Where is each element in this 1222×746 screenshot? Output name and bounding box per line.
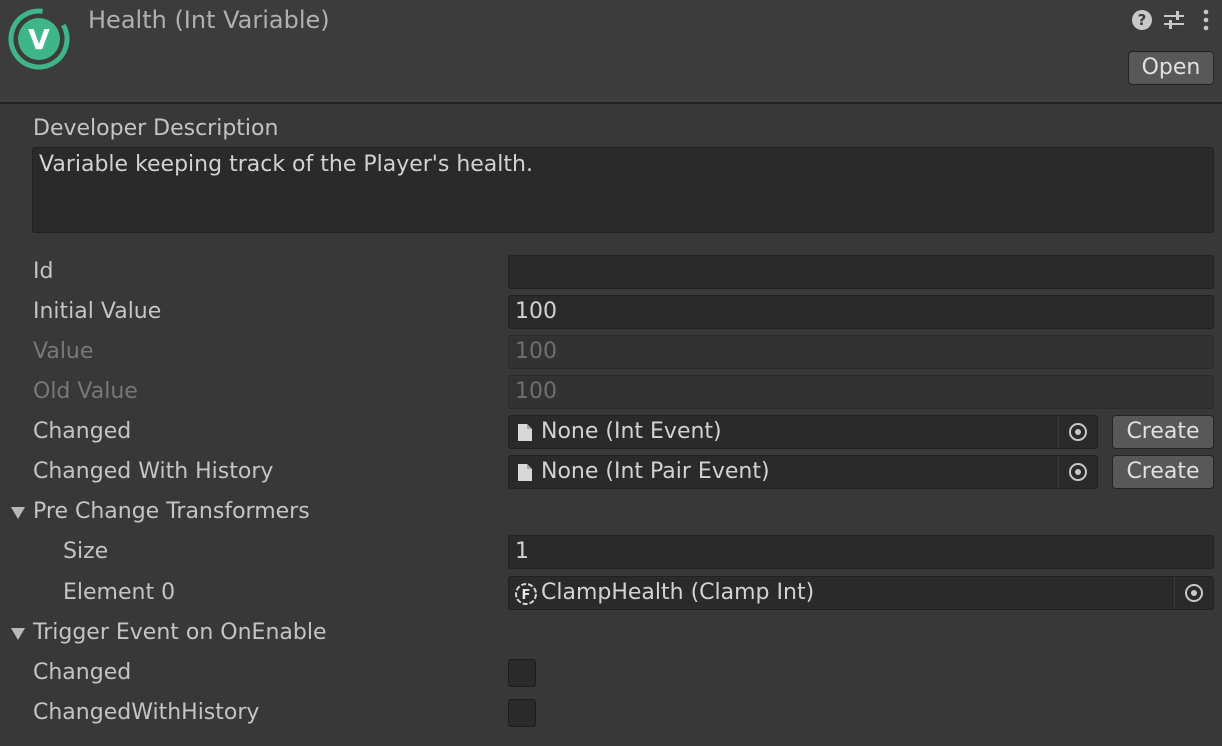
old-value-label: Old Value [33, 379, 138, 404]
id-input[interactable] [508, 255, 1214, 289]
changed-create-button[interactable]: Create [1112, 415, 1214, 449]
page-title: Health (Int Variable) [88, 6, 330, 34]
element-0-object-value: ClampHealth (Clamp Int) [541, 580, 815, 605]
object-picker-icon[interactable] [1058, 456, 1097, 488]
preset-sliders-icon[interactable] [1162, 8, 1186, 32]
trigger-event-foldout[interactable]: Trigger Event on OnEnable [33, 620, 326, 645]
file-icon [518, 464, 532, 481]
more-vertical-icon[interactable] [1198, 8, 1214, 32]
value-label: Value [33, 339, 94, 364]
object-picker-icon[interactable] [1174, 577, 1213, 609]
value-input: 100 [508, 335, 1214, 369]
old-value-input: 100 [508, 375, 1214, 409]
inspector-header: V Health (Int Variable) ? Open [0, 0, 1222, 104]
element-0-label: Element 0 [63, 580, 176, 605]
pre-change-transformers-foldout[interactable]: Pre Change Transformers [33, 499, 310, 524]
trigger-changed-checkbox[interactable] [508, 659, 536, 687]
svg-text:?: ? [1138, 11, 1147, 29]
initial-value-label: Initial Value [33, 299, 162, 324]
id-label: Id [33, 259, 54, 284]
function-script-icon: F [515, 583, 537, 605]
open-button[interactable]: Open [1128, 51, 1214, 85]
changed-object-field[interactable]: None (Int Event) [508, 415, 1098, 449]
logo-letter: V [28, 23, 50, 56]
help-icon[interactable]: ? [1130, 8, 1154, 32]
changed-with-history-create-button[interactable]: Create [1112, 455, 1214, 489]
trigger-changed-label: Changed [33, 660, 132, 685]
description-textarea[interactable]: Variable keeping track of the Player's h… [32, 147, 1214, 233]
changed-label: Changed [33, 419, 132, 444]
function-script-letter: F [522, 588, 531, 603]
object-picker-icon[interactable] [1058, 416, 1097, 448]
changed-with-history-object-value: None (Int Pair Event) [541, 459, 770, 484]
foldout-expanded-icon[interactable] [10, 627, 26, 641]
logo-icon: V [8, 8, 70, 70]
size-input[interactable]: 1 [508, 535, 1214, 569]
changed-with-history-object-field[interactable]: None (Int Pair Event) [508, 455, 1098, 489]
changed-object-value: None (Int Event) [541, 419, 722, 444]
trigger-changed-with-history-label: ChangedWithHistory [33, 700, 260, 725]
foldout-expanded-icon[interactable] [10, 506, 26, 520]
element-0-object-field[interactable]: F ClampHealth (Clamp Int) [508, 576, 1214, 610]
size-label: Size [63, 539, 109, 564]
description-label: Developer Description [33, 116, 279, 141]
changed-with-history-label: Changed With History [33, 459, 274, 484]
initial-value-input[interactable]: 100 [508, 295, 1214, 329]
file-icon [518, 424, 532, 441]
trigger-changed-with-history-checkbox[interactable] [508, 699, 536, 727]
